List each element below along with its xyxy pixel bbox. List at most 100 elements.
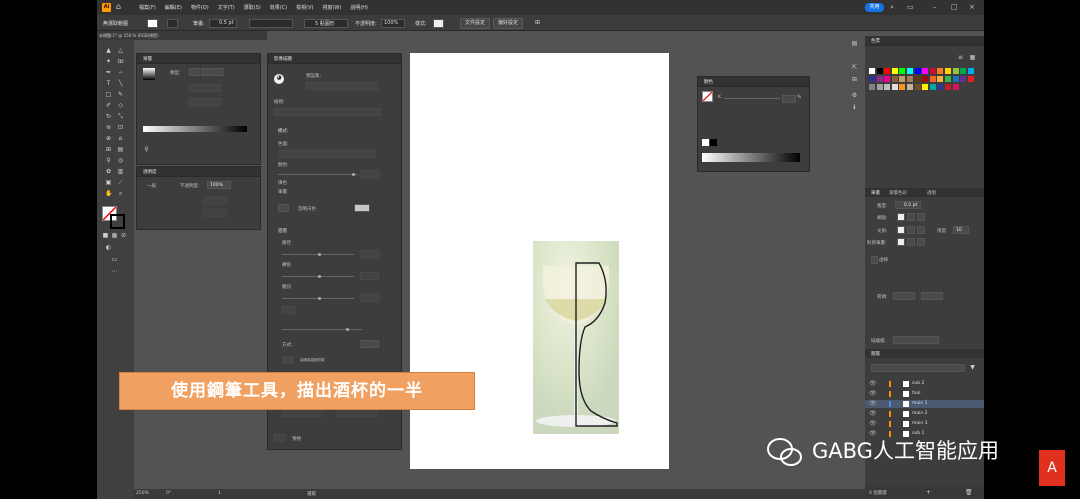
palette-dropdown[interactable]	[278, 150, 376, 158]
maximize-icon[interactable]: □	[951, 3, 958, 11]
curvature-tool-icon[interactable]: ∽	[117, 69, 124, 76]
color-mode-icon[interactable]: ■	[102, 232, 109, 239]
blend-tool-icon[interactable]: ◎	[117, 157, 124, 164]
cancel-trace-button[interactable]	[336, 409, 378, 417]
blend-mode-value[interactable]: 一般	[147, 183, 156, 189]
mesh-tool-icon[interactable]: ⊞	[105, 146, 112, 153]
pen-tool-icon[interactable]: ✒	[105, 69, 112, 76]
libraries-icon[interactable]: ▤	[851, 40, 858, 47]
preview-toggle[interactable]	[274, 434, 285, 442]
layer-row[interactable]: 👁 main 1	[865, 400, 984, 408]
none-mode-icon[interactable]: ⊘	[120, 232, 127, 239]
color-swatch[interactable]	[899, 76, 906, 82]
align-inside-button[interactable]	[907, 238, 915, 246]
clip-option[interactable]	[203, 197, 227, 205]
paths-field[interactable]	[360, 250, 379, 258]
corners-field[interactable]	[360, 272, 379, 280]
color-swatch[interactable]	[967, 76, 974, 82]
color-swatch[interactable]	[884, 76, 891, 82]
color-swatch[interactable]	[960, 68, 967, 74]
fills-toggle[interactable]	[282, 306, 296, 314]
variable-width-dropdown[interactable]	[249, 19, 293, 28]
end-arrowhead-dropdown[interactable]	[921, 292, 943, 300]
draw-mode-icon[interactable]: ◐	[105, 244, 112, 251]
colors-field[interactable]	[360, 170, 379, 178]
color-swatch[interactable]	[869, 76, 875, 82]
free-transform-icon[interactable]: ⊡	[117, 124, 124, 131]
gradient-mode-icon[interactable]: ▦	[111, 232, 118, 239]
color-swatch[interactable]	[907, 68, 913, 74]
rectangle-tool-icon[interactable]: □	[105, 91, 112, 98]
shape-builder-icon[interactable]: ⊕	[105, 135, 112, 142]
preferences-button[interactable]: 偏好設定	[493, 18, 523, 29]
ignore-white-toggle[interactable]	[278, 204, 289, 212]
properties-icon[interactable]: ⇱	[851, 64, 858, 71]
dashed-line-checkbox[interactable]	[871, 256, 878, 264]
eraser-icon[interactable]: ◇	[117, 102, 124, 109]
home-icon[interactable]: ⌂	[116, 2, 121, 11]
radial-gradient-button[interactable]	[201, 68, 212, 76]
corners-slider-knob[interactable]	[318, 275, 321, 278]
paths-slider-knob[interactable]	[318, 253, 321, 256]
round-join-button[interactable]	[907, 226, 915, 234]
lasso-icon[interactable]: ꝏ	[117, 58, 124, 65]
colors-slider[interactable]	[278, 174, 358, 175]
menu-object[interactable]: 物件(O)	[191, 4, 209, 11]
perspective-grid-icon[interactable]: ⌂	[117, 135, 124, 142]
menu-view[interactable]: 檢視(V)	[296, 4, 313, 11]
new-layer-icon[interactable]: +	[925, 489, 932, 496]
black-swatch[interactable]	[710, 139, 717, 146]
artboard-number[interactable]: 1	[218, 491, 221, 496]
info-icon[interactable]: ℹ	[851, 104, 858, 111]
white-swatch[interactable]	[702, 139, 709, 146]
rotate-tool-icon[interactable]: ↻	[105, 113, 112, 120]
selection-tool-icon[interactable]: ▲	[105, 47, 112, 54]
color-swatch[interactable]	[929, 68, 936, 74]
color-swatch[interactable]	[960, 76, 967, 82]
menu-type[interactable]: 文字(T)	[218, 4, 235, 11]
color-fill-swatch[interactable]	[702, 91, 713, 102]
linear-gradient-button[interactable]	[189, 68, 200, 76]
color-swatch[interactable]	[945, 68, 951, 74]
menu-help[interactable]: 說明(H)	[350, 4, 368, 11]
rotation-value[interactable]: 0°	[166, 491, 171, 496]
symbol-sprayer-icon[interactable]: ✿	[105, 168, 112, 175]
view-dropdown[interactable]	[274, 108, 381, 116]
settings-icon[interactable]: ⚙	[851, 92, 858, 99]
color-swatch[interactable]	[952, 68, 959, 74]
menu-effect[interactable]: 效果(C)	[270, 4, 287, 11]
noise-field[interactable]	[360, 294, 379, 302]
miter-join-button[interactable]	[897, 226, 905, 234]
layer-search-field[interactable]	[871, 364, 965, 372]
document-setup-button[interactable]: 文件設定	[460, 18, 490, 29]
layer-row[interactable]: 👁 sub 2	[865, 380, 984, 388]
more-tools-icon[interactable]: ⋯	[111, 268, 118, 275]
color-swatch[interactable]	[937, 68, 944, 74]
stroke-color-box[interactable]	[110, 214, 125, 229]
stroke-slider[interactable]	[282, 329, 362, 330]
gradient-stroke-option[interactable]	[189, 84, 221, 92]
color-swatch[interactable]	[922, 76, 929, 82]
grid-view-icon[interactable]: ▦	[969, 54, 976, 61]
invert-mask-option[interactable]	[203, 209, 227, 217]
direct-selection-tool-icon[interactable]: △	[117, 47, 124, 54]
stroke-swatch[interactable]	[167, 19, 178, 28]
freeform-gradient-button[interactable]	[213, 68, 224, 76]
search-icon[interactable]: ⌕	[890, 3, 894, 12]
layer-row[interactable]: 👁 main 2	[865, 410, 984, 418]
color-swatch[interactable]	[869, 68, 875, 74]
minimize-icon[interactable]: –	[933, 3, 937, 11]
color-swatch[interactable]	[899, 84, 906, 90]
color-swatch[interactable]	[922, 84, 929, 90]
noise-slider-knob[interactable]	[318, 297, 321, 300]
tab-transparency[interactable]: 透明	[927, 190, 936, 196]
auto-color-icon[interactable]: ◕	[274, 74, 284, 84]
layer-row[interactable]: 👁 main 3	[865, 420, 984, 428]
gradient-ramp[interactable]	[143, 126, 247, 132]
menu-window[interactable]: 視窗(W)	[322, 4, 341, 11]
color-swatch[interactable]	[937, 84, 944, 90]
round-cap-button[interactable]	[907, 213, 915, 221]
color-swatch[interactable]	[914, 68, 921, 74]
color-swatch[interactable]	[937, 76, 944, 82]
gradient-angle-field[interactable]	[189, 98, 221, 106]
